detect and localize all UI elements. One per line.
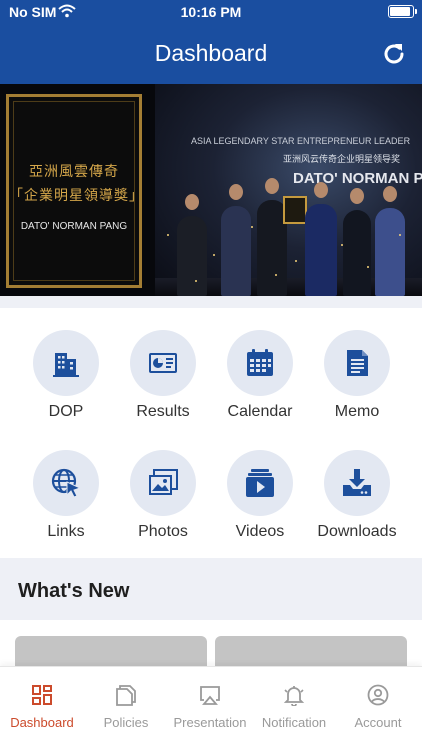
nav-bar: Dashboard	[0, 26, 422, 84]
menu-links[interactable]: Links	[18, 450, 114, 560]
award-title-card: 亞洲風雲傳奇 「企業明星領導獎」 DATO' NORMAN PANG	[6, 94, 144, 288]
award-ceremony-photo: ASIA LEGENDARY STAR ENTREPRENEUR LEADER …	[155, 84, 422, 296]
tab-label: Dashboard	[10, 715, 74, 730]
menu-icon-circle	[227, 330, 293, 396]
menu-dop[interactable]: DOP	[18, 330, 114, 440]
tab-label: Policies	[103, 715, 149, 730]
tab-presentation[interactable]: Presentation	[168, 667, 252, 737]
tab-policies[interactable]: Policies	[84, 667, 168, 737]
menu-calendar[interactable]: Calendar	[212, 330, 308, 440]
award-chinese-title: 亞洲風雲傳奇	[29, 163, 119, 179]
menu-label: Memo	[334, 403, 380, 420]
photo-subline: 亚洲风云传奇企业明星领导奖	[283, 154, 401, 164]
menu-icon-circle	[324, 450, 390, 516]
page-title: Dashboard	[154, 40, 268, 66]
status-bar: No SIM 10:16 PM	[0, 0, 422, 26]
whats-new-header: What's New	[0, 558, 422, 620]
presentation-chart-icon	[149, 353, 177, 373]
menu-icon-circle	[130, 450, 196, 516]
photos-icon	[149, 469, 178, 495]
download-tray-icon	[343, 469, 371, 496]
section-divider	[0, 296, 422, 308]
tab-label: Presentation	[173, 715, 247, 730]
airplay-icon	[200, 686, 220, 705]
section-title: What's New	[18, 580, 130, 602]
account-icon	[367, 684, 389, 706]
menu-videos[interactable]: Videos	[212, 450, 308, 560]
menu-photos[interactable]: Photos	[115, 450, 211, 560]
tab-dashboard[interactable]: Dashboard	[0, 667, 84, 737]
video-icon	[246, 469, 274, 497]
award-plaque	[283, 196, 307, 224]
menu-results[interactable]: Results	[115, 330, 211, 440]
tab-label: Notification	[261, 715, 327, 730]
photo-name-text: DATO' NORMAN PANG	[293, 170, 422, 187]
globe-cursor-icon	[51, 468, 82, 498]
menu-memo[interactable]: Memo	[309, 330, 405, 440]
menu-icon-circle	[324, 330, 390, 396]
menu-icon-circle	[227, 450, 293, 516]
menu-icon-circle	[130, 330, 196, 396]
menu-label: Downloads	[317, 523, 397, 540]
awardee-name: DATO' NORMAN PANG	[20, 221, 128, 232]
menu-icon-circle	[33, 450, 99, 516]
tab-account[interactable]: Account	[336, 667, 420, 737]
refresh-button[interactable]	[380, 40, 408, 68]
tab-notification[interactable]: Notification	[252, 667, 336, 737]
refresh-icon	[384, 44, 404, 64]
menu-icon-circle	[33, 330, 99, 396]
document-icon	[347, 350, 368, 376]
menu-downloads[interactable]: Downloads	[309, 450, 405, 560]
policies-icon	[116, 685, 136, 706]
hero-banner[interactable]: 亞洲風雲傳奇 「企業明星領導獎」 DATO' NORMAN PANG ASIA …	[0, 84, 422, 296]
photo-headline: ASIA LEGENDARY STAR ENTREPRENEUR LEADER	[191, 136, 411, 146]
tab-label: Account	[354, 715, 402, 730]
battery-icon	[388, 5, 417, 18]
building-icon	[53, 353, 79, 377]
calendar-icon	[247, 349, 273, 376]
bottom-tab-bar: Dashboard Policies Presentation Notifica…	[0, 666, 422, 750]
dashboard-icon	[32, 685, 52, 705]
bell-icon	[283, 686, 305, 706]
clock: 10:16 PM	[180, 4, 242, 20]
award-chinese-subtitle: 「企業明星領導獎」	[9, 187, 144, 203]
